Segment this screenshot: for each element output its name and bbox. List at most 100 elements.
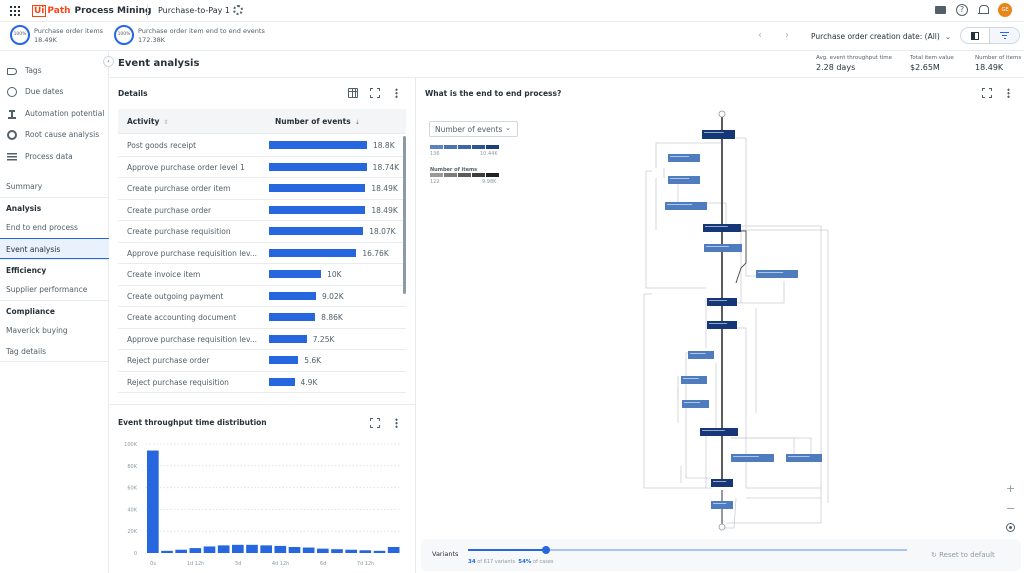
table-row[interactable]: Approve purchase requisition lev... 16.76… [118, 243, 406, 264]
process-edge[interactable] [726, 498, 822, 524]
project-name[interactable]: Purchase-to-Pay 1 [158, 6, 230, 15]
notifications-bell-icon[interactable] [978, 4, 989, 16]
process-activity-node[interactable] [700, 428, 738, 436]
histogram-bar[interactable] [246, 544, 258, 553]
zoom-in-button[interactable]: + [1006, 482, 1015, 495]
sidebar-link-event-analysis[interactable]: Event analysis [0, 238, 109, 259]
sidebar-item-due-dates[interactable]: Due dates [0, 81, 109, 102]
table-row[interactable]: Create accounting document 8.86K [118, 307, 406, 329]
column-header-number-of-events[interactable]: Number of events ⇣ [275, 117, 360, 126]
process-graph[interactable] [416, 78, 1024, 538]
columns-icon[interactable] [348, 88, 358, 98]
sidebar-item-automation-potential[interactable]: Automation potential [0, 103, 109, 124]
filter-button[interactable] [990, 28, 1019, 43]
process-edge[interactable] [736, 229, 742, 303]
metric-select[interactable]: Number of events ⌄ [429, 121, 518, 137]
process-activity-node[interactable] [688, 351, 714, 359]
table-row[interactable]: Create outgoing payment 9.02K [118, 286, 406, 307]
table-row[interactable]: Post goods receipt 18.8K [118, 135, 406, 157]
more-options-icon[interactable] [1003, 88, 1013, 98]
process-activity-node[interactable] [702, 130, 735, 139]
histogram-bar[interactable] [189, 548, 202, 553]
expand-icon[interactable] [370, 418, 380, 428]
process-activity-node[interactable] [731, 454, 774, 462]
process-edge[interactable] [736, 281, 785, 304]
histogram-bar[interactable] [373, 550, 386, 553]
expand-icon[interactable] [370, 88, 380, 98]
process-activity-node[interactable] [682, 400, 709, 408]
sort-desc-icon[interactable]: ⇣ [355, 119, 360, 126]
process-start-node[interactable] [718, 110, 726, 118]
zoom-out-button[interactable]: − [1006, 502, 1015, 515]
process-activity-node[interactable] [707, 298, 737, 306]
app-launcher-icon[interactable] [10, 6, 20, 16]
sidebar-item-tags[interactable]: Tags [0, 60, 109, 81]
recenter-icon[interactable] [1006, 523, 1015, 532]
process-activity-node[interactable] [668, 176, 700, 184]
user-avatar[interactable]: GE [998, 3, 1012, 17]
process-activity-node[interactable] [707, 321, 737, 329]
histogram-bar[interactable] [232, 544, 244, 553]
date-filter-dropdown[interactable]: Purchase order creation date: (All) ⌄ [811, 32, 951, 41]
process-activity-node[interactable] [668, 154, 700, 162]
histogram-bar[interactable] [147, 450, 159, 553]
sidebar-link-maverick-buying[interactable]: Maverick buying [0, 320, 109, 341]
process-activity-node[interactable] [711, 479, 733, 487]
table-row[interactable]: Reject purchase requisition 4.9K [118, 372, 406, 393]
histogram-bar[interactable] [387, 547, 400, 553]
histogram-bar[interactable] [302, 547, 315, 553]
histogram-bar[interactable] [317, 548, 329, 553]
histogram-bar[interactable] [260, 545, 272, 553]
more-options-icon[interactable] [391, 88, 401, 98]
expand-icon[interactable] [982, 88, 992, 98]
process-activity-node[interactable] [711, 501, 733, 509]
variants-slider[interactable] [468, 545, 907, 554]
histogram-bar[interactable] [359, 550, 372, 553]
histogram-bar[interactable] [288, 547, 301, 553]
uipath-logo[interactable]: Ui Path Process Mining [32, 4, 151, 18]
histogram-bar[interactable] [161, 550, 173, 553]
layout-toggle-button[interactable] [961, 28, 991, 43]
process-edge[interactable] [645, 170, 706, 289]
process-activity-node[interactable] [681, 376, 707, 384]
histogram-bar[interactable] [345, 549, 357, 553]
process-activity-node[interactable] [665, 202, 707, 210]
table-row[interactable]: Create purchase order item 18.49K [118, 178, 406, 200]
kpi-end-to-end-events[interactable]: 100% Purchase order item end to end even… [114, 25, 265, 45]
sidebar-link-supplier-performance[interactable]: Supplier performance [0, 279, 109, 300]
histogram-bar[interactable] [217, 545, 230, 553]
more-options-icon[interactable] [391, 418, 401, 428]
histogram-bar[interactable] [175, 549, 187, 553]
process-end-node[interactable] [718, 523, 726, 531]
sidebar-link-tag-details[interactable]: Tag details [0, 341, 109, 362]
keyboard-shortcuts-icon[interactable] [935, 6, 946, 14]
table-row[interactable]: Reject purchase order 5.6K [118, 350, 406, 372]
histogram-bar[interactable] [331, 549, 343, 553]
sidebar-link-summary[interactable]: Summary [0, 176, 109, 197]
process-edge[interactable] [736, 137, 776, 277]
help-icon[interactable]: ? [956, 4, 968, 16]
process-edge[interactable] [685, 352, 711, 479]
histogram-bar[interactable] [274, 545, 287, 553]
table-scrollbar[interactable] [403, 136, 406, 294]
process-edge[interactable] [655, 138, 723, 168]
chevron-left-icon[interactable]: ‹ [758, 30, 762, 41]
table-row[interactable]: Create purchase order 18.49K [118, 200, 406, 221]
kpi-purchase-order-items[interactable]: 100% Purchase order items 18.49K [10, 25, 103, 45]
reset-to-default-button[interactable]: ↻ Reset to default [931, 551, 995, 559]
table-row[interactable]: Approve purchase order level 1 18.74K [118, 157, 406, 178]
table-row[interactable]: Create invoice item 10K [118, 264, 406, 286]
sidebar-item-root-cause-analysis[interactable]: Root cause analysis [0, 124, 109, 145]
sort-icon[interactable]: ⇕ [163, 119, 168, 126]
process-activity-node[interactable] [703, 224, 741, 232]
sidebar-link-end-to-end-process[interactable]: End to end process [0, 217, 109, 238]
process-activity-node[interactable] [704, 244, 742, 252]
histogram-bar[interactable] [203, 546, 216, 553]
table-row[interactable]: Create purchase requisition 18.07K [118, 221, 406, 243]
chevron-right-icon[interactable]: › [785, 30, 789, 41]
process-edge[interactable] [732, 327, 821, 489]
sidebar-item-process-data[interactable]: Process data [0, 146, 109, 167]
column-header-activity[interactable]: Activity ⇕ [127, 117, 168, 126]
gear-icon[interactable] [233, 5, 243, 15]
table-row[interactable]: Approve purchase requisition lev... 7.25K [118, 329, 406, 350]
